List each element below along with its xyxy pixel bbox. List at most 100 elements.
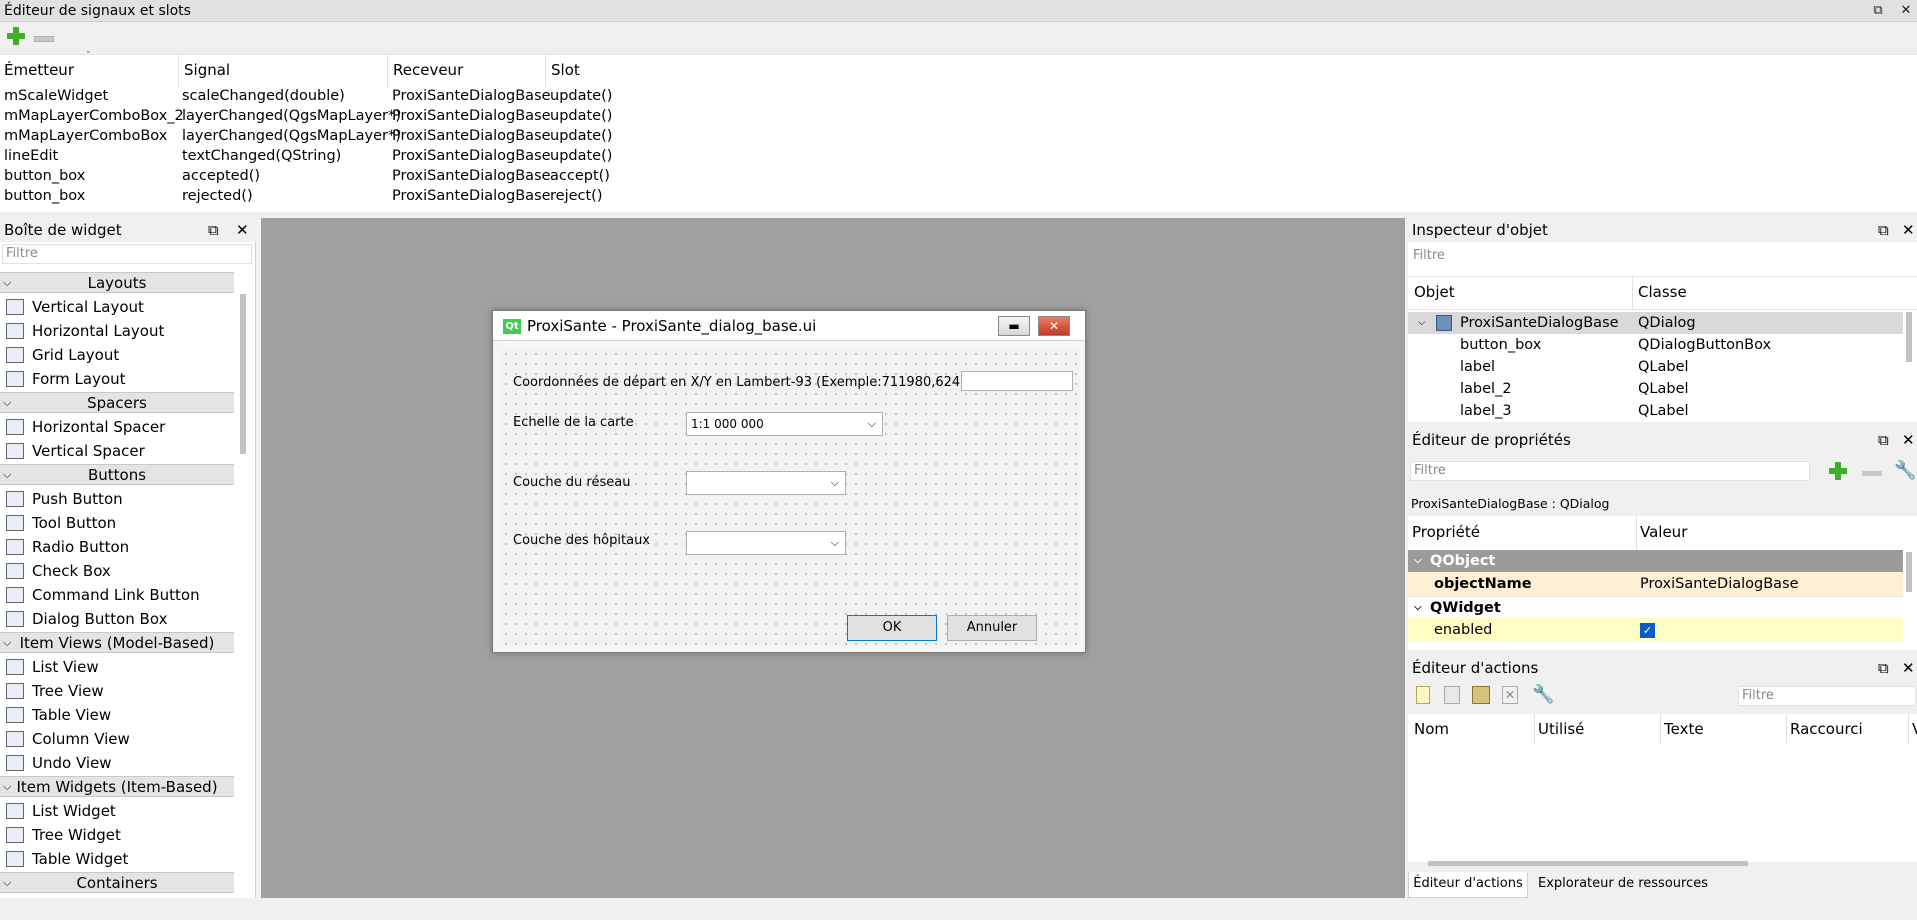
prop-objectname-value[interactable]: ProxiSanteDialogBase (1640, 572, 1799, 596)
connection-cell[interactable]: update() (550, 88, 612, 104)
connection-cell[interactable]: ProxiSanteDialogBase (392, 88, 551, 104)
float-icon[interactable]: ⧉ (1878, 428, 1889, 452)
copy-action-icon[interactable] (1444, 686, 1460, 704)
col-emetteur[interactable]: Émetteur (4, 61, 74, 79)
close-icon[interactable]: ✕ (1902, 428, 1915, 452)
col-receveur[interactable]: Receveur (393, 61, 463, 79)
category-header[interactable]: ⌵ Containers (0, 872, 234, 893)
connection-cell[interactable]: ProxiSanteDialogBase (392, 168, 551, 184)
close-icon[interactable]: ✕ (1899, 0, 1913, 22)
widget-item[interactable]: Grid Layout (6, 344, 119, 366)
connection-cell[interactable]: layerChanged(QgsMapLayer*) (182, 108, 401, 124)
widget-item[interactable]: Tree Widget (6, 824, 121, 846)
add-property-button[interactable] (1828, 461, 1848, 485)
col-classe[interactable]: Classe (1638, 283, 1687, 301)
connection-cell[interactable]: ProxiSanteDialogBase (392, 108, 551, 124)
widget-item[interactable]: Form Layout (6, 368, 126, 390)
widget-item[interactable]: Group Box (6, 896, 110, 898)
connection-cell[interactable]: button_box (4, 188, 85, 204)
connection-cell[interactable]: mMapLayerComboBox (4, 128, 167, 144)
connection-cell[interactable]: mScaleWidget (4, 88, 108, 104)
object-filter-input[interactable]: Filtre (1410, 246, 1915, 266)
col-signal[interactable]: Signal (184, 61, 230, 79)
prop-row-enabled[interactable]: enabled ✓ (1408, 618, 1903, 642)
widget-item[interactable]: Horizontal Layout (6, 320, 164, 342)
widget-item[interactable]: Tree View (6, 680, 104, 702)
widget-item[interactable]: Table Widget (6, 848, 128, 870)
reseau-layer-combo[interactable]: ⌵ (686, 471, 846, 495)
remove-property-button[interactable] (1862, 471, 1882, 476)
remove-connection-button[interactable] (34, 36, 54, 42)
connection-cell[interactable]: ProxiSanteDialogBase (392, 128, 551, 144)
group-row-qwidget[interactable]: ⌵ QWidget (1408, 596, 1903, 618)
widget-item[interactable]: Table View (6, 704, 111, 726)
group-row-qobject[interactable]: ⌵ QObject (1408, 550, 1903, 572)
wrench-icon[interactable]: 🔧 (1532, 684, 1554, 705)
float-icon[interactable]: ⧉ (1871, 0, 1885, 22)
object-row[interactable]: label QLabel (1408, 356, 1903, 378)
object-row[interactable]: ⌵ ProxiSanteDialogBase QDialog (1408, 312, 1903, 334)
cancel-button[interactable]: Annuler (947, 615, 1037, 641)
delete-action-icon[interactable]: ✕ (1502, 686, 1518, 704)
col-valeur[interactable]: Valeur (1640, 523, 1687, 541)
object-inspector-scrollbar[interactable] (1906, 312, 1912, 362)
connection-cell[interactable]: textChanged(QString) (182, 148, 341, 164)
widget-item[interactable]: Vertical Spacer (6, 440, 145, 462)
category-header[interactable]: ⌵ Item Widgets (Item-Based) (0, 776, 234, 797)
close-icon[interactable]: ✕ (1038, 316, 1070, 336)
paste-action-icon[interactable] (1472, 686, 1490, 704)
widget-item[interactable]: Radio Button (6, 536, 129, 558)
new-action-icon[interactable] (1416, 686, 1430, 704)
tab-resource-explorer[interactable]: Explorateur de ressources (1538, 872, 1708, 898)
connection-cell[interactable]: rejected() (182, 188, 253, 204)
action-col-header[interactable]: Raccourci (1790, 720, 1863, 738)
widget-item[interactable]: Horizontal Spacer (6, 416, 165, 438)
widget-item[interactable]: Command Link Button (6, 584, 200, 606)
widget-filter-input[interactable]: Filtre (2, 244, 252, 264)
property-editor-scrollbar[interactable] (1906, 552, 1912, 592)
object-row[interactable]: button_box QDialogButtonBox (1408, 334, 1903, 356)
float-icon[interactable]: ⧉ (1878, 656, 1889, 680)
category-header[interactable]: ⌵ Item Views (Model-Based) (0, 632, 234, 653)
widget-item[interactable]: Tool Button (6, 512, 116, 534)
action-col-header[interactable]: Nom (1414, 720, 1449, 738)
connection-cell[interactable]: mMapLayerComboBox_2 (4, 108, 184, 124)
category-header[interactable]: ⌵ Layouts (0, 272, 234, 293)
category-header[interactable]: ⌵ Buttons (0, 464, 234, 485)
connection-cell[interactable]: layerChanged(QgsMapLayer*) (182, 128, 401, 144)
col-objet[interactable]: Objet (1414, 283, 1455, 301)
enabled-checkbox[interactable]: ✓ (1640, 623, 1655, 638)
action-editor-hscrollbar[interactable] (1428, 861, 1748, 866)
connection-cell[interactable]: lineEdit (4, 148, 58, 164)
coord-input[interactable] (961, 371, 1073, 391)
widget-item[interactable]: List View (6, 656, 99, 678)
connection-cell[interactable]: ProxiSanteDialogBase (392, 188, 551, 204)
action-col-header[interactable]: V (1912, 720, 1917, 738)
widget-item[interactable]: Undo View (6, 752, 112, 774)
category-header[interactable]: ⌵ Spacers (0, 392, 234, 413)
action-col-header[interactable]: Utilisé (1538, 720, 1584, 738)
object-row[interactable]: label_3 QLabel (1408, 400, 1903, 422)
widget-item[interactable]: Vertical Layout (6, 296, 144, 318)
connection-cell[interactable]: ProxiSanteDialogBase (392, 148, 551, 164)
connection-cell[interactable]: scaleChanged(double) (182, 88, 345, 104)
widget-item[interactable]: Check Box (6, 560, 111, 582)
connection-cell[interactable]: update() (550, 128, 612, 144)
connection-cell[interactable]: accept() (550, 168, 610, 184)
col-slot[interactable]: Slot (551, 61, 580, 79)
form-dialog[interactable]: Qt ProxiSante - ProxiSante_dialog_base.u… (492, 310, 1086, 653)
connection-cell[interactable]: update() (550, 108, 612, 124)
close-icon[interactable]: ✕ (1902, 218, 1915, 242)
close-icon[interactable]: ✕ (1902, 656, 1915, 680)
widget-item[interactable]: Dialog Button Box (6, 608, 167, 630)
float-icon[interactable]: ⧉ (208, 218, 219, 242)
close-icon[interactable]: ✕ (236, 218, 249, 242)
widget-box-scrollbar[interactable] (240, 294, 246, 454)
col-propriete[interactable]: Propriété (1412, 523, 1480, 541)
minimize-icon[interactable]: ▬ (998, 316, 1030, 336)
float-icon[interactable]: ⧉ (1878, 218, 1889, 242)
action-filter-input[interactable]: Filtre (1738, 686, 1916, 706)
prop-row-objectname[interactable]: objectName ProxiSanteDialogBase (1408, 572, 1903, 596)
action-col-header[interactable]: Texte (1664, 720, 1704, 738)
property-filter-input[interactable]: Filtre (1410, 461, 1810, 481)
